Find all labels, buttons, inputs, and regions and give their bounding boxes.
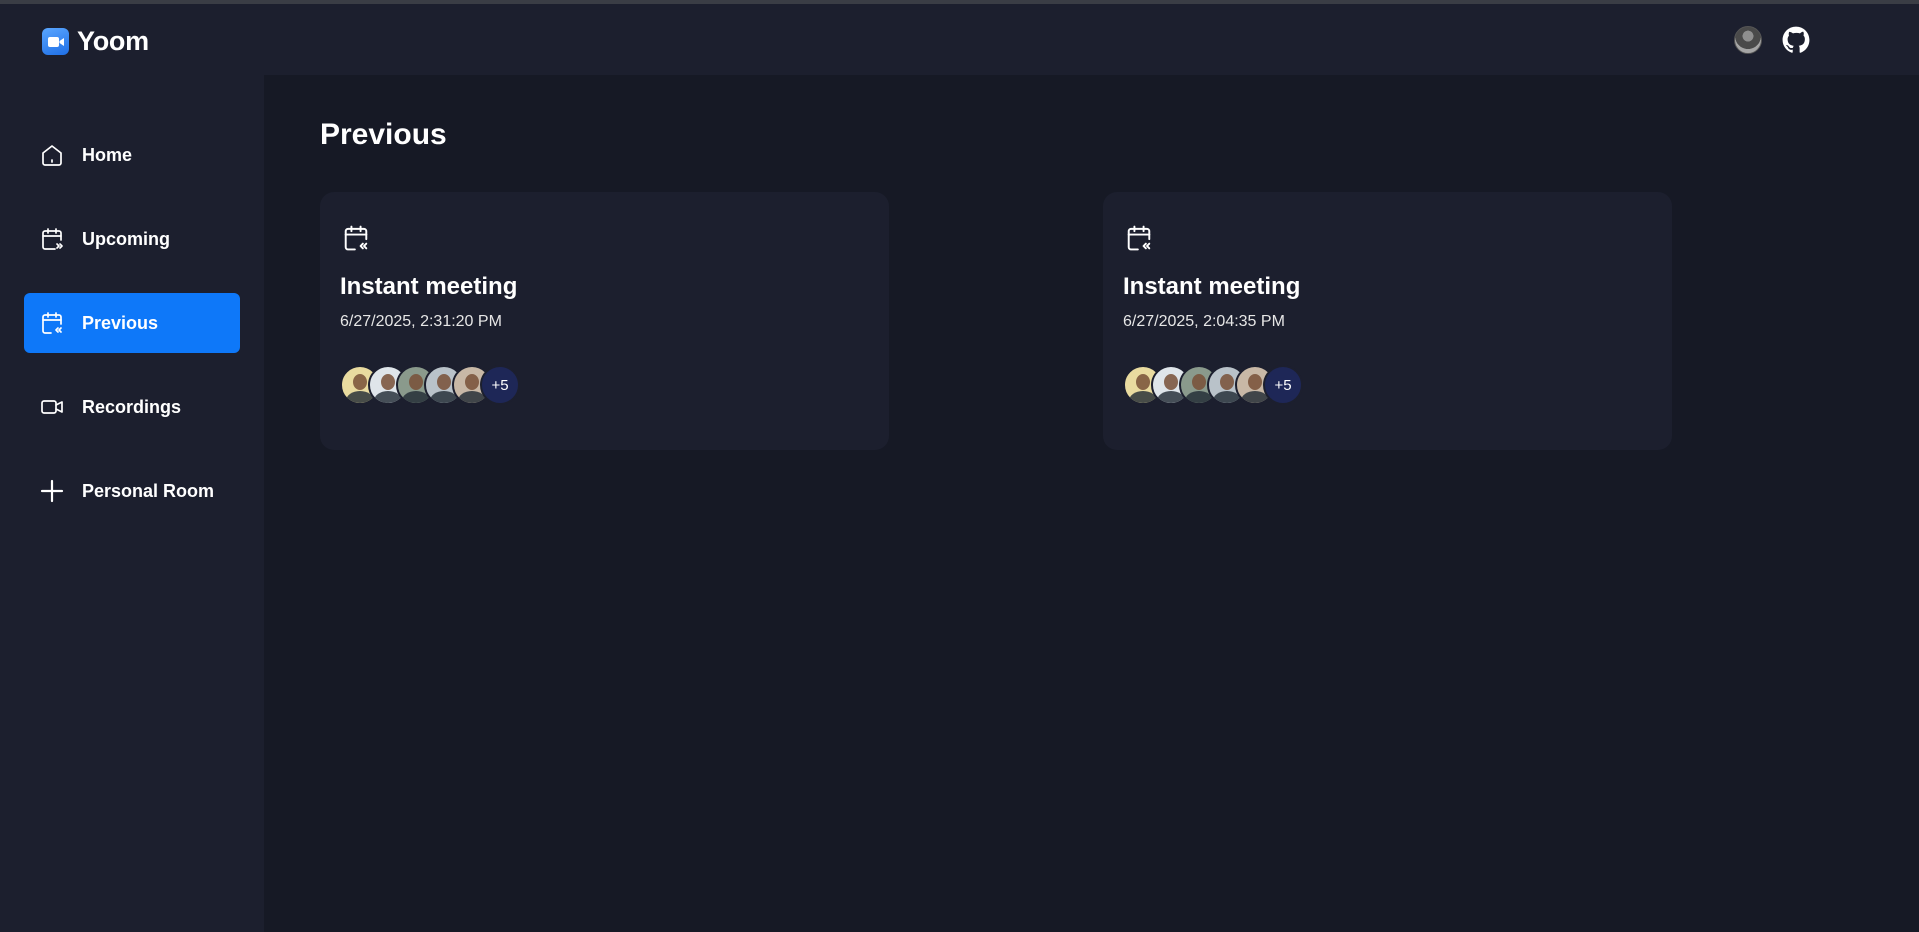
sidebar-item-personal-room[interactable]: Personal Room <box>24 461 240 521</box>
brand-link[interactable]: Yoom <box>42 26 149 57</box>
user-avatar-button[interactable] <box>1734 26 1762 54</box>
calendar-previous-icon <box>42 312 62 334</box>
sidebar: Home Upcoming Previous Recordings Person… <box>0 75 264 932</box>
page-title: Previous <box>320 118 447 151</box>
main-content: Previous Instant meeting 6/27/2025, 2:31… <box>264 75 1919 932</box>
sidebar-item-label: Personal Room <box>82 480 215 501</box>
meeting-card[interactable]: Instant meeting 6/27/2025, 2:04:35 PM +5 <box>1103 192 1672 450</box>
plus-icon <box>40 479 64 503</box>
brand-name: Yoom <box>77 26 149 56</box>
sidebar-item-home[interactable]: Home <box>24 125 240 185</box>
github-icon[interactable] <box>1782 26 1810 54</box>
yoom-logo-icon <box>42 28 69 55</box>
attendee-list: +5 <box>340 365 869 405</box>
sidebar-item-label: Upcoming <box>82 228 170 249</box>
top-navbar: Yoom <box>0 4 1919 75</box>
sidebar-item-recordings[interactable]: Recordings <box>24 377 240 437</box>
attendee-list: +5 <box>1123 365 1652 405</box>
calendar-upcoming-icon <box>42 228 63 250</box>
meeting-title: Instant meeting <box>340 273 518 300</box>
navbar-actions <box>1734 26 1810 54</box>
sidebar-item-label: Recordings <box>82 396 182 417</box>
extra-attendees-badge: +5 <box>480 365 520 405</box>
sidebar-item-upcoming[interactable]: Upcoming <box>24 209 240 269</box>
meeting-time: 6/27/2025, 2:04:35 PM <box>1123 313 1285 330</box>
extra-attendees-badge: +5 <box>1263 365 1303 405</box>
home-icon <box>42 145 62 166</box>
calendar-previous-icon <box>344 225 368 251</box>
sidebar-item-label: Home <box>82 144 133 165</box>
calendar-previous-icon <box>1127 225 1151 251</box>
video-icon <box>41 400 63 414</box>
meeting-title: Instant meeting <box>1123 273 1301 300</box>
sidebar-item-label: Previous <box>82 312 159 333</box>
sidebar-item-previous[interactable]: Previous <box>24 293 240 353</box>
meeting-card[interactable]: Instant meeting 6/27/2025, 2:31:20 PM +5 <box>320 192 889 450</box>
meeting-time: 6/27/2025, 2:31:20 PM <box>340 313 502 330</box>
